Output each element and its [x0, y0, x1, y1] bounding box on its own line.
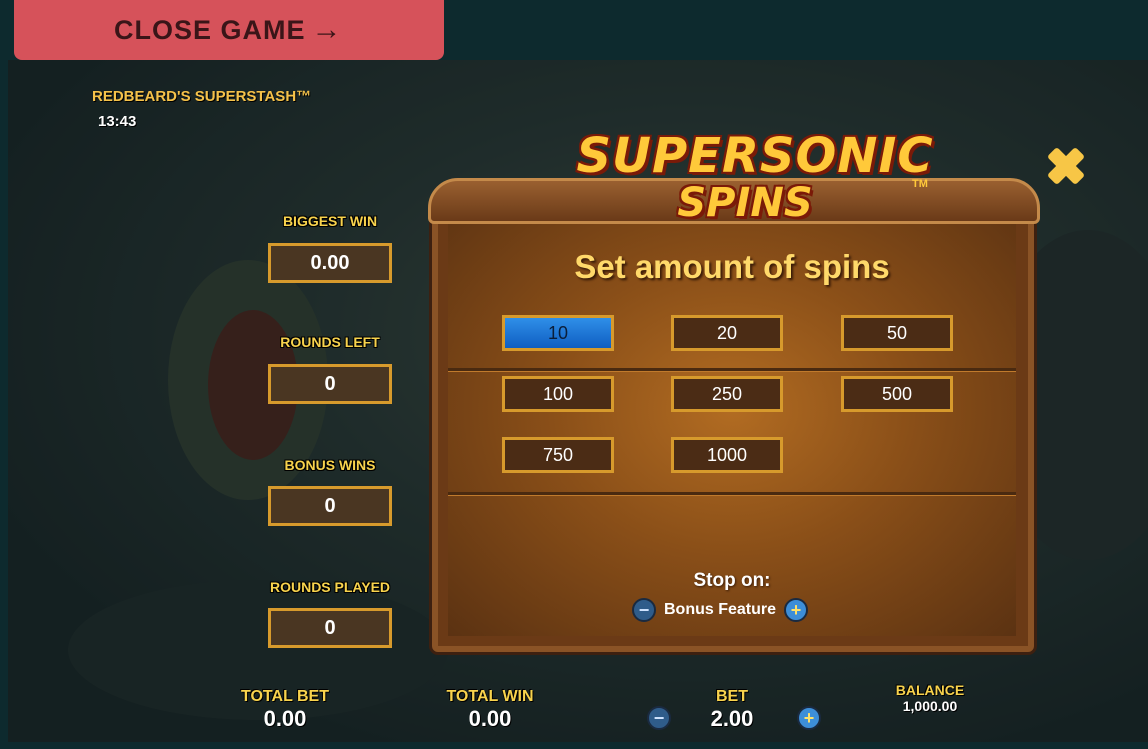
- spin-option-10[interactable]: 10: [502, 315, 614, 351]
- close-game-button[interactable]: CLOSE GAME →: [14, 0, 444, 60]
- spin-option-1000[interactable]: 1000: [671, 437, 783, 473]
- bet: BET 2.00: [690, 688, 774, 732]
- stop-on-label: Stop on:: [693, 570, 771, 591]
- spin-option-750[interactable]: 750: [502, 437, 614, 473]
- minus-icon[interactable]: −: [632, 598, 656, 622]
- bet-decrease-button[interactable]: −: [647, 706, 671, 730]
- dialog-heading: Set amount of spins: [574, 248, 890, 285]
- total-win-value: 0.00: [468, 706, 512, 731]
- bet-value: 2.00: [710, 706, 754, 731]
- total-win-label: TOTAL WIN: [446, 688, 534, 705]
- bet-label: BET: [716, 688, 748, 705]
- spin-option-250[interactable]: 250: [671, 376, 783, 412]
- spin-option-20[interactable]: 20: [671, 315, 783, 351]
- spins-logo: SPINS: [677, 180, 813, 226]
- biggest-win-value: 0.00: [268, 243, 392, 283]
- total-bet: TOTAL BET 0.00: [225, 688, 345, 732]
- rounds-played-value: 0: [268, 608, 392, 648]
- close-x-icon[interactable]: [1042, 142, 1090, 190]
- spin-option-100[interactable]: 100: [502, 376, 614, 412]
- game-title: REDBEARD'S SUPERSTASH™: [92, 88, 312, 105]
- balance-label: BALANCE: [895, 682, 965, 698]
- supersonic-logo: SUPERSONIC: [576, 128, 934, 184]
- bonus-wins-label: BONUS WINS: [284, 457, 376, 473]
- rounds-left-value: 0: [268, 364, 392, 404]
- bonus-wins-value: 0: [268, 486, 392, 526]
- game-screen: CLOSE GAME → REDBEARD'S SUPERSTASH™ 13:4…: [0, 0, 1148, 749]
- rounds-left-label: ROUNDS LEFT: [280, 334, 380, 350]
- divider: [448, 492, 1016, 495]
- bonus-feature-stepper: − Bonus Feature +: [632, 598, 809, 622]
- balance-value: 1,000.00: [902, 698, 958, 714]
- spin-option-50[interactable]: 50: [841, 315, 953, 351]
- plus-icon[interactable]: +: [784, 598, 809, 622]
- spin-option-500[interactable]: 500: [841, 376, 953, 412]
- total-bet-value: 0.00: [263, 706, 307, 731]
- bet-increase-button[interactable]: +: [797, 706, 821, 730]
- rounds-played-label: ROUNDS PLAYED: [269, 579, 391, 595]
- bonus-feature-label: Bonus Feature: [664, 601, 777, 618]
- total-bet-label: TOTAL BET: [241, 688, 329, 705]
- total-win: TOTAL WIN 0.00: [430, 688, 550, 732]
- trademark-mark: TM: [912, 178, 928, 190]
- close-game-label: CLOSE GAME: [114, 14, 306, 45]
- game-clock: 13:43: [98, 113, 137, 130]
- balance: BALANCE 1,000.00: [870, 682, 990, 714]
- arrow-right-icon: →: [311, 13, 343, 46]
- biggest-win-label: BIGGEST WIN: [282, 213, 378, 229]
- divider: [448, 368, 1016, 371]
